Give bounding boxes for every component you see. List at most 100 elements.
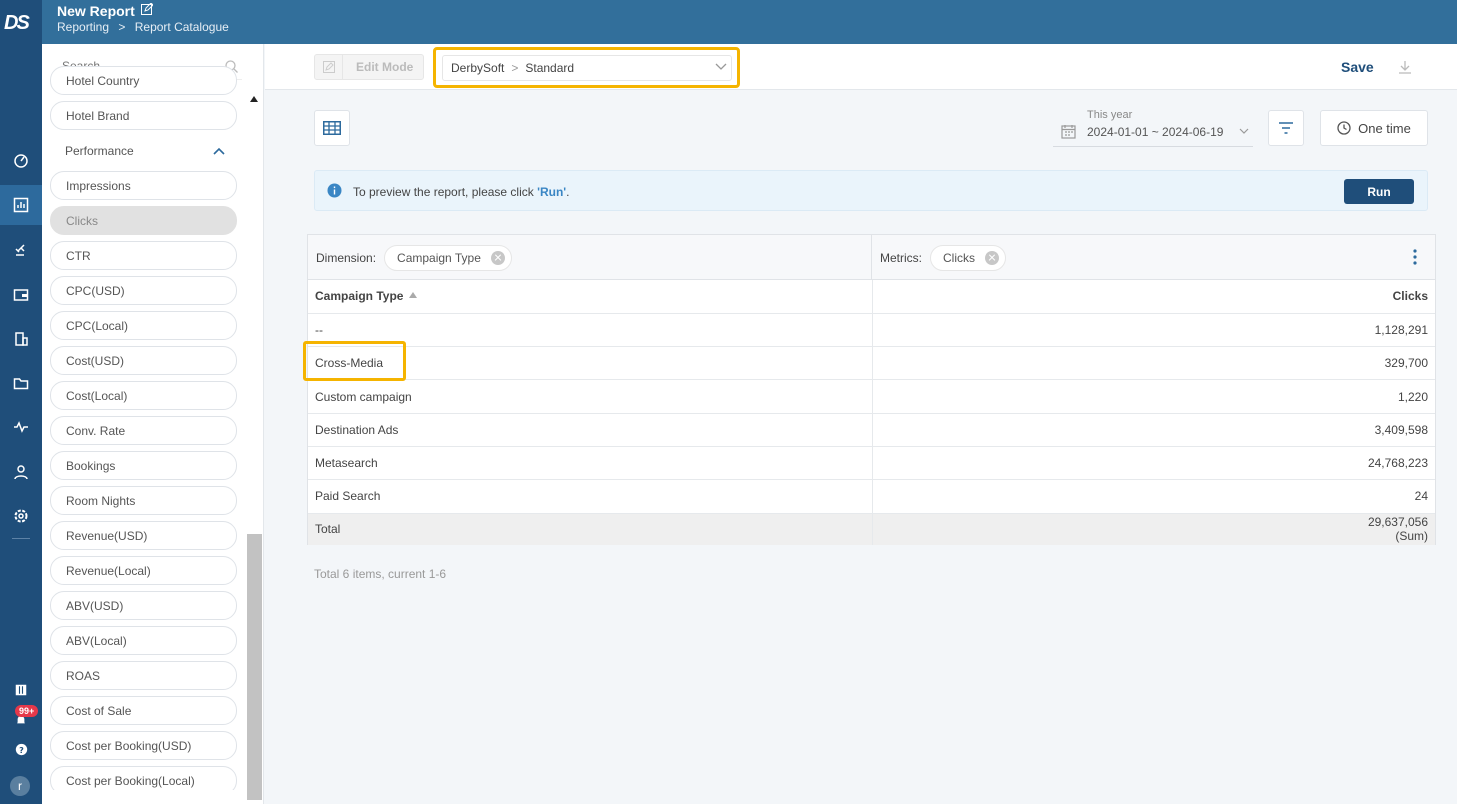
table-row: -- 1,128,291	[308, 313, 1435, 348]
field-group-performance[interactable]: Performance	[50, 136, 237, 165]
page-title: New Report	[57, 3, 135, 19]
field-item[interactable]: Hotel Country	[50, 66, 237, 95]
field-item[interactable]: Clicks	[50, 206, 237, 235]
field-item[interactable]: Impressions	[50, 171, 237, 200]
page-header: New Report Reporting > Report Catalogue	[42, 0, 1457, 44]
report-icon[interactable]	[0, 185, 42, 225]
table-row: Destination Ads 3,409,598	[308, 413, 1435, 447]
total-row: Total 29,637,056 (Sum)	[308, 513, 1435, 546]
info-text: To preview the report, please click	[353, 185, 538, 199]
download-icon[interactable]	[1397, 59, 1413, 75]
run-link[interactable]: 'Run'	[537, 185, 566, 199]
metrics-chip[interactable]: Clicks	[930, 244, 1006, 271]
field-item[interactable]: Bookings	[50, 451, 237, 480]
cell-clicks: 24,768,223	[872, 446, 1435, 481]
avatar[interactable]: r	[10, 776, 30, 796]
report-table: Campaign Type Clicks -- 1,128,291 Cross-Me…	[308, 280, 1435, 546]
cell-clicks: 329,700	[872, 346, 1435, 381]
field-group-label: Performance	[65, 143, 134, 158]
report-config-header: Dimension: Campaign Type Metrics: Clicks	[308, 235, 1435, 280]
chevron-down-icon	[1239, 128, 1249, 134]
folder-icon[interactable]	[0, 363, 42, 403]
wallet-icon[interactable]	[0, 275, 42, 315]
total-label: Total	[308, 513, 873, 546]
preview-info-text: To preview the report, please click 'Run…	[353, 185, 569, 199]
field-item[interactable]: Room Nights	[50, 486, 237, 515]
dimension-label: Dimension:	[316, 250, 377, 265]
breadcrumb-reporting[interactable]: Reporting	[57, 20, 109, 34]
activity-icon[interactable]	[0, 407, 42, 447]
field-item[interactable]: Revenue(USD)	[50, 521, 237, 550]
schedule-button[interactable]: One time	[1320, 110, 1428, 146]
filter-button[interactable]	[1268, 110, 1304, 146]
template-selector[interactable]: DerbySoft > Standard	[442, 55, 732, 81]
report-table-panel: Dimension: Campaign Type Metrics: Clicks…	[307, 234, 1436, 546]
field-item[interactable]: Cost(USD)	[50, 346, 237, 375]
table-view-button[interactable]	[314, 110, 350, 146]
run-button[interactable]: Run	[1344, 179, 1414, 204]
table-row: Metasearch 24,768,223	[308, 446, 1435, 481]
edit-mode-button[interactable]: Edit Mode	[314, 54, 424, 80]
cell-campaign-type: Paid Search	[308, 479, 873, 514]
field-item[interactable]: ROAS	[50, 661, 237, 690]
table-icon	[323, 121, 341, 135]
metrics-label: Metrics:	[880, 250, 922, 265]
cross-media-highlight	[303, 341, 406, 381]
field-item[interactable]: Hotel Brand	[50, 101, 237, 130]
chevron-down-icon[interactable]	[715, 63, 727, 71]
field-sidebar: Hotel Country Hotel Brand Performance Impre…	[42, 44, 264, 804]
field-item[interactable]: CTR	[50, 241, 237, 270]
scroll-up-arrow[interactable]	[250, 96, 258, 102]
field-item[interactable]: Revenue(Local)	[50, 556, 237, 585]
field-item[interactable]: Cost per Booking(USD)	[50, 731, 237, 760]
field-item[interactable]: Cost(Local)	[50, 381, 237, 410]
calendar-icon	[1061, 125, 1076, 139]
field-item[interactable]: Conv. Rate	[50, 416, 237, 445]
user-icon[interactable]	[0, 452, 42, 492]
field-item[interactable]: CPC(USD)	[50, 276, 237, 305]
chevron-up-icon[interactable]	[213, 147, 225, 155]
date-range-picker[interactable]: This year 2024-01-01 ~ 2024-06-19	[1053, 105, 1253, 147]
schedule-label: One time	[1358, 120, 1411, 136]
save-button[interactable]: Save	[1341, 59, 1374, 75]
hotel-icon[interactable]	[0, 319, 42, 359]
metrics-chip-label: Clicks	[943, 250, 975, 265]
remove-metric-icon[interactable]	[985, 250, 999, 265]
filter-icon	[1279, 122, 1293, 134]
cell-campaign-type: Destination Ads	[308, 413, 873, 447]
field-item[interactable]: ABV(USD)	[50, 591, 237, 620]
table-row: Paid Search 24	[308, 479, 1435, 514]
field-item[interactable]: CPC(Local)	[50, 311, 237, 340]
dimension-chip[interactable]: Campaign Type	[384, 244, 512, 271]
dashboard-icon[interactable]	[0, 140, 42, 180]
total-sum-note: (Sum)	[1395, 529, 1428, 544]
column-header-campaign-type[interactable]: Campaign Type	[308, 280, 873, 314]
column-header-label: Campaign Type	[315, 289, 404, 304]
cell-campaign-type: Metasearch	[308, 446, 873, 481]
template-selector-highlight: DerbySoft > Standard	[433, 47, 740, 88]
field-list: Hotel Country Hotel Brand Performance Impre…	[50, 66, 237, 790]
cell-clicks: 24	[872, 479, 1435, 514]
cell-clicks: 3,409,598	[872, 413, 1435, 447]
notification-badge: 99+	[15, 705, 39, 717]
remove-dimension-icon[interactable]	[490, 250, 505, 265]
selector-separator: >	[511, 61, 519, 75]
breadcrumb-report-catalogue[interactable]: Report Catalogue	[135, 20, 229, 34]
scrollbar-thumb[interactable]	[247, 534, 262, 800]
nav-rail: DS 99+ ? r	[0, 0, 42, 804]
settings-icon[interactable]	[0, 496, 42, 536]
field-item[interactable]: Cost of Sale	[50, 696, 237, 725]
more-options-icon[interactable]	[1413, 249, 1417, 265]
help-icon[interactable]: ?	[0, 729, 42, 769]
field-item[interactable]: Cost per Booking(Local)	[50, 766, 237, 790]
field-item[interactable]: ABV(Local)	[50, 626, 237, 655]
svg-text:?: ?	[19, 744, 24, 754]
bid-icon[interactable]	[0, 230, 42, 270]
edit-title-icon[interactable]	[141, 3, 153, 15]
rail-divider	[12, 538, 30, 539]
sort-icon[interactable]	[409, 292, 418, 299]
total-value: 29,637,056 (Sum)	[872, 513, 1435, 546]
info-icon	[327, 183, 342, 198]
app-logo[interactable]: DS	[4, 12, 38, 36]
column-header-clicks[interactable]: Clicks	[872, 280, 1435, 314]
